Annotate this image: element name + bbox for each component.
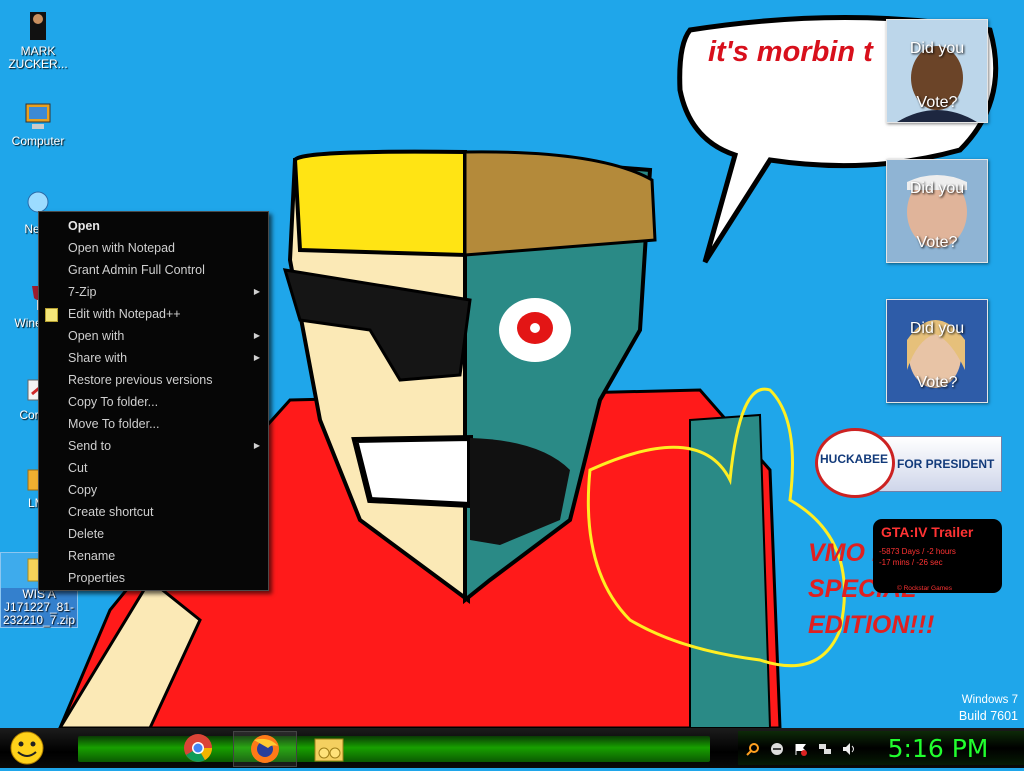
menu-item-label: Open — [68, 219, 100, 233]
vote-gadget-2[interactable]: Did you Vote? — [886, 159, 988, 263]
menu-item-label: Properties — [68, 571, 125, 585]
vote-question-1: Did you — [909, 180, 965, 197]
menu-item-label: Rename — [68, 549, 116, 563]
desktop-icon-label: MARK ZUCKER... — [8, 44, 68, 71]
chrome-icon — [184, 734, 212, 762]
taskbar-explorer-button[interactable] — [304, 731, 354, 765]
gta-countdown: -5873 Days / -2 hours -17 mins / -26 sec — [879, 546, 956, 568]
taskbar-firefox-button[interactable] — [233, 731, 297, 767]
desktop-icon-mark-zucker[interactable]: MARK ZUCKER... — [0, 10, 76, 71]
menu-item-open-with[interactable]: Open with ▶ — [39, 325, 268, 347]
menu-item-label: Copy — [68, 483, 98, 497]
menu-item-send-to[interactable]: Send to ▶ — [39, 435, 268, 457]
menu-item-share-with[interactable]: Share with ▶ — [39, 347, 268, 369]
start-button[interactable] — [8, 730, 46, 766]
watermark-line-1: Windows 7 — [961, 694, 1018, 706]
speech-bubble-text: it's morbin t — [708, 36, 873, 68]
submenu-arrow-icon: ▶ — [253, 287, 260, 296]
vote-question-1: Did you — [909, 40, 965, 57]
menu-item-create-shortcut[interactable]: Create shortcut — [39, 501, 268, 523]
menu-item-delete[interactable]: Delete — [39, 523, 268, 545]
search-icon[interactable] — [746, 742, 760, 756]
messenger-icon[interactable] — [770, 742, 784, 756]
computer-icon — [22, 100, 54, 132]
menu-item-label: 7-Zip — [68, 285, 97, 299]
gta-title: GTA:IV Trailer — [881, 524, 974, 540]
gta-countdown-line2: -17 mins / -26 sec — [879, 558, 943, 567]
menu-item-open-with-notepad[interactable]: Open with Notepad — [39, 237, 268, 259]
huckabee-slogan: FOR PRESIDENT — [897, 457, 995, 471]
desktop-icon-label: Computer — [11, 134, 65, 148]
action-center-icon[interactable] — [794, 742, 808, 756]
menu-item-label: Copy To folder... — [68, 395, 159, 409]
menu-item-copy[interactable]: Copy — [39, 479, 268, 501]
menu-item-label: Share with — [68, 351, 128, 365]
vote-question-2: Vote? — [916, 234, 958, 251]
menu-item-label: Open with — [68, 329, 125, 343]
vote-question-2: Vote? — [916, 374, 958, 391]
taskbar-clock[interactable]: 5:16 PM — [886, 734, 990, 763]
smiley-start-icon — [10, 731, 44, 765]
vote-gadget-1[interactable]: Did you Vote? — [886, 19, 988, 123]
explorer-icon — [314, 738, 344, 762]
submenu-arrow-icon: ▶ — [253, 331, 260, 340]
vote-question-1: Did you — [909, 320, 965, 337]
desktop-icon-label: WIS A J171227_81-232210_7.zip — [1, 587, 77, 627]
vote-question-2: Vote? — [916, 94, 958, 111]
person-icon — [22, 10, 54, 42]
notepad-plus-icon — [45, 308, 58, 322]
menu-item-edit-notepad-plus[interactable]: Edit with Notepad++ — [39, 303, 268, 325]
menu-item-label: Create shortcut — [68, 505, 154, 519]
network-tray-icon[interactable] — [818, 742, 832, 756]
menu-item-label: Send to — [68, 439, 112, 453]
watermark-line-2: Build 7601 — [958, 709, 1018, 723]
windows-build-watermark: Windows 7 Build 7601 — [959, 694, 1018, 723]
menu-item-grant-admin[interactable]: Grant Admin Full Control — [39, 259, 268, 281]
menu-item-move-to-folder[interactable]: Move To folder... — [39, 413, 268, 435]
menu-item-label: Cut — [68, 461, 88, 475]
menu-item-label: Delete — [68, 527, 105, 541]
gta-countdown-line1: -5873 Days / -2 hours — [879, 547, 956, 556]
menu-item-open[interactable]: Open — [39, 215, 268, 237]
menu-item-copy-to-folder[interactable]: Copy To folder... — [39, 391, 268, 413]
menu-item-cut[interactable]: Cut — [39, 457, 268, 479]
gta-credit: © Rockstar Games — [897, 585, 952, 592]
gta-countdown-gadget[interactable]: GTA:IV Trailer -5873 Days / -2 hours -17… — [873, 519, 1002, 593]
volume-icon[interactable] — [842, 742, 856, 756]
submenu-arrow-icon: ▶ — [253, 441, 260, 450]
submenu-arrow-icon: ▶ — [253, 353, 260, 362]
vote-gadget-3[interactable]: Did you Vote? — [886, 299, 988, 403]
huckabee-name: HUCKABEE — [819, 452, 888, 466]
desktop-icon-computer[interactable]: Computer — [0, 100, 76, 148]
taskbar-chrome-button[interactable] — [173, 731, 223, 765]
menu-item-label: Open with Notepad — [68, 241, 176, 255]
menu-item-properties[interactable]: Properties — [39, 567, 268, 589]
menu-item-label: Grant Admin Full Control — [68, 263, 205, 277]
menu-item-label: Move To folder... — [68, 417, 160, 431]
firefox-icon — [251, 735, 279, 763]
menu-item-restore-previous[interactable]: Restore previous versions — [39, 369, 268, 391]
menu-item-label: Restore previous versions — [68, 373, 213, 387]
menu-item-7zip[interactable]: 7-Zip ▶ — [39, 281, 268, 303]
huckabee-gadget[interactable]: HUCKABEE FOR PRESIDENT — [815, 428, 1002, 498]
context-menu: Open Open with Notepad Grant Admin Full … — [38, 211, 269, 591]
menu-item-label: Edit with Notepad++ — [68, 307, 181, 321]
menu-item-rename[interactable]: Rename — [39, 545, 268, 567]
